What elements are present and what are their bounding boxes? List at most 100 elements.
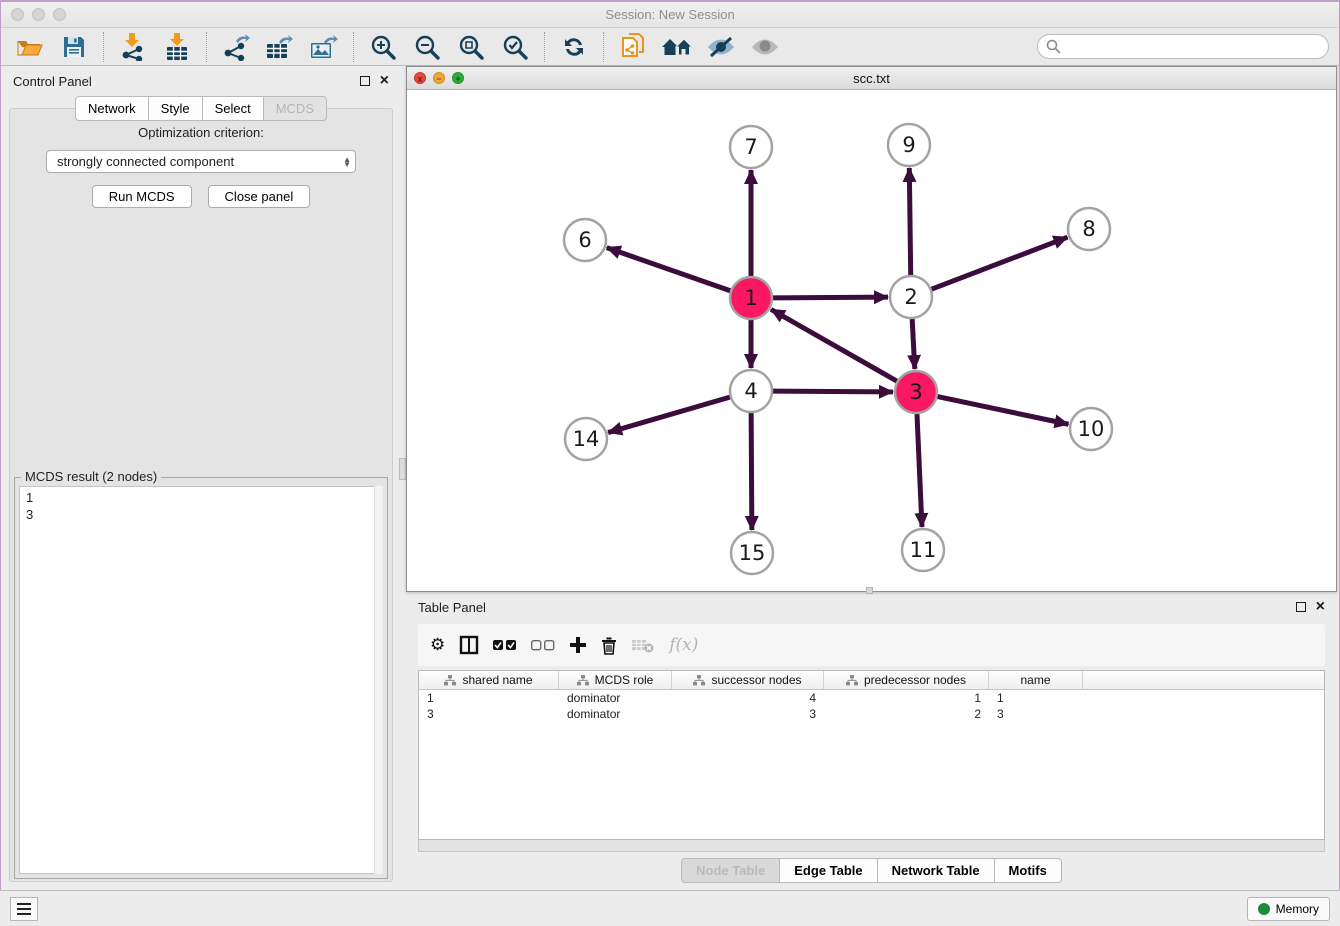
add-row-button[interactable] — [569, 636, 587, 654]
window-resize-handle[interactable] — [866, 587, 873, 594]
graph-edge-2-3[interactable] — [912, 319, 915, 369]
graph-edge-4-14[interactable] — [608, 397, 730, 432]
column-type-icon — [444, 675, 456, 686]
export-network-button[interactable] — [217, 31, 255, 63]
column-header[interactable]: shared name — [419, 671, 559, 689]
node-table: shared nameMCDS rolesuccessor nodesprede… — [418, 670, 1325, 840]
export-network-icon — [222, 33, 250, 61]
table-panel-title: Table Panel — [418, 600, 486, 615]
table-horizontal-scrollbar[interactable] — [418, 840, 1325, 852]
mcds-result-title: MCDS result (2 nodes) — [21, 469, 161, 484]
zoom-out-button[interactable] — [408, 31, 446, 63]
toolbar-separator — [206, 32, 207, 62]
close-table-panel-icon[interactable]: × — [1316, 602, 1325, 612]
graph-edge-1-2[interactable] — [773, 297, 888, 298]
tab-network[interactable]: Network — [75, 96, 149, 121]
zoom-in-button[interactable] — [364, 31, 402, 63]
table-toolbar: ⚙ — [418, 624, 1325, 666]
clone-network-button[interactable] — [614, 31, 652, 63]
apply-function-button[interactable]: f(x) — [669, 635, 698, 655]
node-label: 15 — [739, 541, 766, 565]
graph-edge-3-1[interactable] — [771, 309, 897, 381]
table-cell: 3 — [672, 707, 824, 721]
graph-edge-3-11[interactable] — [917, 414, 922, 527]
table-tabs: Node Table Edge Table Network Table Moti… — [406, 858, 1337, 883]
optimization-criterion-select[interactable]: strongly connected component ▲▼ — [46, 150, 356, 173]
graph-node-14[interactable]: 14 — [565, 418, 607, 460]
deselect-all-button[interactable] — [531, 639, 555, 651]
tab-motifs[interactable]: Motifs — [995, 858, 1062, 883]
graph-node-9[interactable]: 9 — [888, 124, 930, 166]
show-graphics-button[interactable] — [746, 31, 784, 63]
run-mcds-button[interactable]: Run MCDS — [92, 185, 192, 208]
tab-mcds[interactable]: MCDS — [264, 96, 327, 121]
graph-node-8[interactable]: 8 — [1068, 208, 1110, 250]
mcds-result-text[interactable]: 1 3 — [19, 486, 383, 874]
export-image-icon — [309, 33, 339, 61]
delete-table-button[interactable] — [631, 637, 655, 653]
show-columns-button[interactable] — [459, 635, 479, 655]
graph-edge-2-8[interactable] — [932, 237, 1068, 289]
tab-network-table[interactable]: Network Table — [878, 858, 995, 883]
graph-node-15[interactable]: 15 — [731, 532, 773, 574]
select-all-icon — [493, 639, 517, 651]
network-canvas[interactable]: 7 9 6 8 1 2 4 3 14 10 15 11 — [407, 90, 1336, 591]
graph-edge-4-3[interactable] — [773, 391, 893, 392]
column-header[interactable]: successor nodes — [672, 671, 824, 689]
graph-edge-4-15[interactable] — [751, 413, 752, 530]
column-header[interactable]: MCDS role — [559, 671, 672, 689]
graph-node-3[interactable]: 3 — [895, 371, 937, 413]
graph-node-10[interactable]: 10 — [1070, 408, 1112, 450]
table-cell: 4 — [672, 691, 824, 705]
graph-node-7[interactable]: 7 — [730, 126, 772, 168]
float-table-panel-icon[interactable] — [1296, 602, 1306, 612]
eye-icon — [750, 36, 780, 58]
graph-node-2[interactable]: 2 — [890, 276, 932, 318]
graph-node-4[interactable]: 4 — [730, 370, 772, 412]
save-icon — [62, 35, 86, 59]
node-label: 8 — [1082, 217, 1095, 241]
graph-edge-1-6[interactable] — [607, 248, 731, 291]
save-session-button[interactable] — [55, 31, 93, 63]
column-header[interactable]: predecessor nodes — [824, 671, 989, 689]
zoom-fit-button[interactable] — [452, 31, 490, 63]
graph-node-11[interactable]: 11 — [902, 529, 944, 571]
result-scrollbar[interactable] — [374, 486, 383, 874]
table-row[interactable]: 3dominator323 — [419, 706, 1324, 722]
table-settings-button[interactable]: ⚙ — [430, 635, 445, 655]
graph-edge-2-9[interactable] — [909, 168, 910, 275]
import-table-button[interactable] — [158, 31, 196, 63]
panel-split-handle[interactable] — [399, 458, 406, 480]
refresh-button[interactable] — [555, 31, 593, 63]
memory-button[interactable]: Memory — [1247, 897, 1330, 921]
open-session-button[interactable] — [11, 31, 49, 63]
search-input[interactable] — [1037, 34, 1329, 59]
tab-select[interactable]: Select — [203, 96, 264, 121]
import-network-button[interactable] — [114, 31, 152, 63]
table-row[interactable]: 1dominator411 — [419, 690, 1324, 706]
select-all-button[interactable] — [493, 639, 517, 651]
export-image-button[interactable] — [305, 31, 343, 63]
task-history-button[interactable] — [10, 897, 38, 921]
tab-edge-table[interactable]: Edge Table — [780, 858, 877, 883]
graph-node-6[interactable]: 6 — [564, 219, 606, 261]
column-header[interactable]: name — [989, 671, 1083, 689]
close-panel-icon[interactable]: × — [380, 76, 389, 86]
network-window-titlebar[interactable]: x − + scc.txt — [407, 67, 1336, 90]
hide-graphics-button[interactable] — [702, 31, 740, 63]
delete-row-button[interactable] — [601, 636, 617, 655]
zoom-selected-button[interactable] — [496, 31, 534, 63]
table-cell: 3 — [419, 707, 559, 721]
export-table-button[interactable] — [261, 31, 299, 63]
network-graph: 7 9 6 8 1 2 4 3 14 10 15 11 — [407, 90, 1336, 591]
home-button[interactable] — [658, 31, 696, 63]
graph-edge-3-10[interactable] — [938, 397, 1069, 425]
close-panel-button[interactable]: Close panel — [208, 185, 311, 208]
graph-node-1[interactable]: 1 — [730, 277, 772, 319]
float-panel-icon[interactable] — [360, 76, 370, 86]
tab-style[interactable]: Style — [149, 96, 203, 121]
main-content: Control Panel × Network Style Select MCD… — [1, 66, 1339, 890]
search-container — [1037, 34, 1329, 59]
table-panel: Table Panel × ⚙ — [406, 594, 1337, 888]
tab-node-table[interactable]: Node Table — [681, 858, 780, 883]
